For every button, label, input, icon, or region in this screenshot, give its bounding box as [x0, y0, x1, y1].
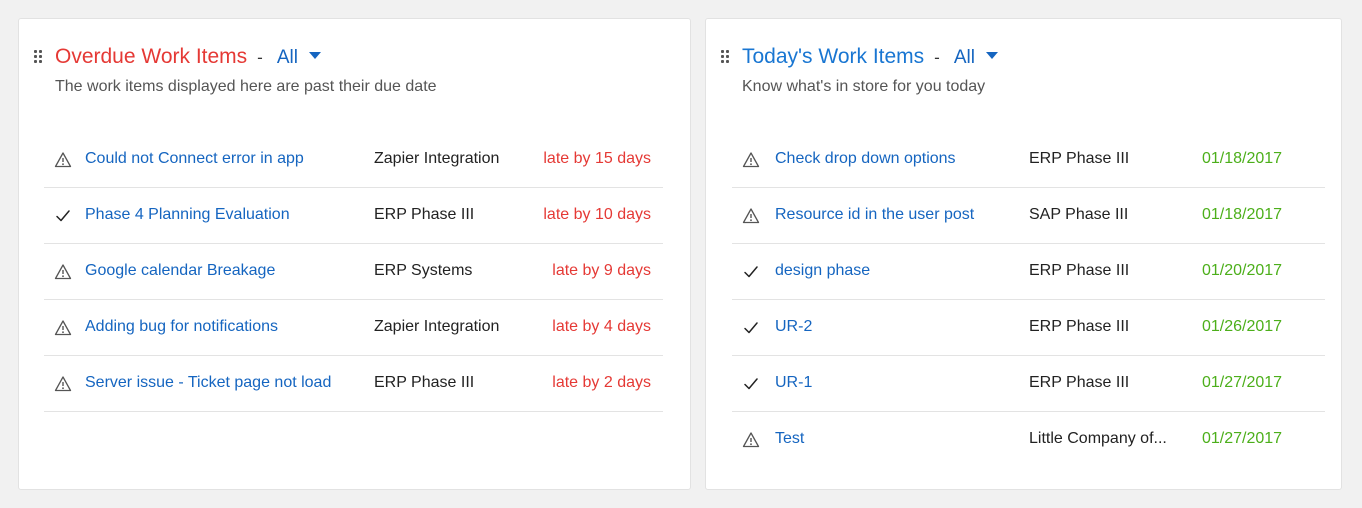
work-item-title-link[interactable]: Adding bug for notifications: [85, 318, 278, 336]
widget-subtitle: The work items displayed here are past t…: [55, 78, 437, 95]
work-item-row: UR-2 ERP Phase III 01/26/2017: [732, 300, 1325, 356]
drag-handle-icon[interactable]: [34, 50, 42, 64]
work-item-list: Check drop down options ERP Phase III 01/1…: [732, 132, 1325, 468]
filter-label: All: [276, 47, 298, 68]
work-item-project: SAP Phase III: [1029, 206, 1129, 223]
warning-icon: [54, 152, 72, 168]
work-item-due: late by 10 days: [543, 206, 651, 223]
overdue-work-items-widget: Overdue Work Items - All The work items …: [18, 18, 691, 490]
work-item-title-link[interactable]: design phase: [775, 262, 870, 280]
work-item-row: Adding bug for notifications Zapier Integ…: [44, 300, 663, 356]
work-item-list: Could not Connect error in app Zapier Int…: [44, 132, 663, 412]
checkmark-icon: [744, 266, 758, 278]
work-item-row: Phase 4 Planning Evaluation ERP Phase III…: [44, 188, 663, 244]
work-item-due: late by 2 days: [552, 374, 651, 391]
work-item-due: late by 4 days: [552, 318, 651, 335]
work-item-due: 01/20/2017: [1202, 262, 1283, 279]
widget-header: Today's Work Items - All: [742, 45, 998, 69]
work-item-due: 01/27/2017: [1202, 374, 1283, 391]
work-item-project: ERP Phase III: [1029, 374, 1130, 391]
work-item-title-link[interactable]: Test: [775, 430, 804, 448]
widget-title: Today's Work Items: [742, 45, 925, 68]
work-item-row: Check drop down options ERP Phase III 01/1…: [732, 132, 1325, 188]
warning-icon: [742, 152, 760, 168]
title-separator: -: [257, 48, 263, 67]
work-item-project: ERP Phase III: [1029, 318, 1130, 335]
work-item-title-link[interactable]: Resource id in the user post: [775, 206, 974, 224]
work-item-row: Test Little Company of... 01/27/2017: [732, 412, 1325, 468]
work-item-title-link[interactable]: Check drop down options: [775, 150, 956, 168]
work-item-row: Could not Connect error in app Zapier Int…: [44, 132, 663, 188]
work-item-row: Resource id in the user post SAP Phase II…: [732, 188, 1325, 244]
work-item-project: ERP Phase III: [374, 206, 475, 223]
work-item-project: Zapier Integration: [374, 150, 500, 167]
work-item-project: Zapier Integration: [374, 318, 500, 335]
work-item-due: 01/26/2017: [1202, 318, 1283, 335]
warning-icon: [54, 264, 72, 280]
work-item-project: ERP Phase III: [1029, 262, 1130, 279]
warning-icon: [54, 376, 72, 392]
work-item-row: design phase ERP Phase III 01/20/2017: [732, 244, 1325, 300]
filter-dropdown[interactable]: All: [954, 47, 998, 69]
filter-label: All: [953, 47, 975, 68]
work-item-title-link[interactable]: Server issue - Ticket page not load: [85, 374, 331, 392]
work-item-due: late by 9 days: [552, 262, 651, 279]
work-item-row: Server issue - Ticket page not load ERP P…: [44, 356, 663, 412]
drag-handle-icon[interactable]: [721, 50, 729, 64]
work-item-project: Little Company of...: [1029, 430, 1167, 447]
widget-header: Overdue Work Items - All: [55, 45, 321, 69]
warning-icon: [54, 320, 72, 336]
caret-down-icon: [308, 51, 321, 59]
work-item-project: ERP Phase III: [374, 374, 475, 391]
work-item-due: 01/18/2017: [1202, 150, 1283, 167]
work-item-title-link[interactable]: UR-2: [775, 318, 812, 336]
todays-work-items-widget: Today's Work Items - All Know what's in …: [705, 18, 1342, 490]
work-item-title-link[interactable]: Could not Connect error in app: [85, 150, 304, 168]
work-item-title-link[interactable]: UR-1: [775, 374, 812, 392]
checkmark-icon: [744, 378, 758, 390]
work-item-project: ERP Systems: [374, 262, 473, 279]
checkmark-icon: [56, 210, 70, 222]
caret-down-icon: [985, 51, 998, 59]
work-item-due: late by 15 days: [543, 150, 651, 167]
checkmark-icon: [744, 322, 758, 334]
work-item-row: Google calendar Breakage ERP Systems late …: [44, 244, 663, 300]
widget-title: Overdue Work Items: [55, 45, 248, 68]
work-item-title-link[interactable]: Phase 4 Planning Evaluation: [85, 206, 290, 224]
warning-icon: [742, 208, 760, 224]
work-item-row: UR-1 ERP Phase III 01/27/2017: [732, 356, 1325, 412]
title-separator: -: [934, 48, 940, 67]
work-item-due: 01/18/2017: [1202, 206, 1283, 223]
warning-icon: [742, 432, 760, 448]
widget-subtitle: Know what's in store for you today: [742, 78, 986, 95]
filter-dropdown[interactable]: All: [277, 47, 321, 69]
work-item-due: 01/27/2017: [1202, 430, 1283, 447]
work-item-title-link[interactable]: Google calendar Breakage: [85, 262, 275, 280]
work-item-project: ERP Phase III: [1029, 150, 1130, 167]
